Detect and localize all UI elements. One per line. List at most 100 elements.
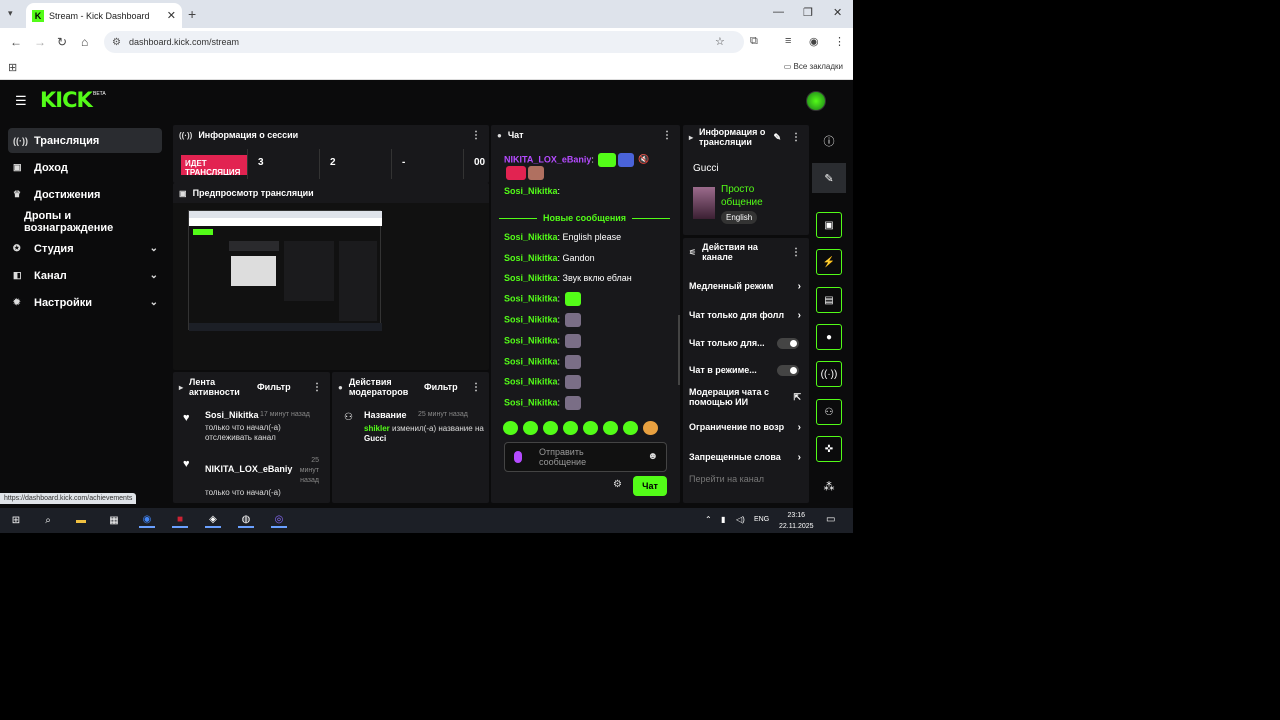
bookmark-star-icon[interactable]: ☆ [715, 35, 725, 48]
activity-filter[interactable]: Фильтр [257, 382, 291, 392]
emote-button[interactable] [603, 421, 618, 435]
chat-username[interactable]: Sosi_Nikitka [504, 232, 558, 242]
activity-user[interactable]: NIKITA_LOX_eBaniy [205, 464, 292, 474]
emote-button[interactable] [543, 421, 558, 435]
slow-mode-action[interactable]: Медленный режим › [689, 277, 801, 295]
dota-icon[interactable]: ■ [172, 513, 188, 528]
sidebar-item-studio[interactable]: ✪ Студия ⌄ [8, 236, 162, 261]
rail-more[interactable]: ⁂ [812, 471, 846, 501]
chat-username[interactable]: Sosi_Nikitka [504, 376, 558, 386]
clock[interactable]: 23:16 22.11.2025 [779, 510, 814, 532]
go-to-channel-link[interactable]: Перейти на канал [689, 474, 764, 484]
followers-only-action[interactable]: Чат только для фолл › [689, 306, 801, 324]
emoji-icon[interactable]: ☻ [647, 451, 658, 462]
sidebar-item-channel[interactable]: ◧ Канал ⌄ [8, 263, 162, 288]
sidebar-item-broadcast[interactable]: ((·)) Трансляция [8, 128, 162, 153]
file-explorer-icon[interactable]: ▬ [73, 513, 89, 528]
ai-moderation-action[interactable]: Модерация чата с помощью ИИ ⇱ [689, 384, 801, 410]
forward-icon[interactable]: → [34, 35, 46, 49]
stream-category[interactable]: Просто общение [721, 183, 781, 209]
chat-username[interactable]: Sosi_Nikitka [504, 314, 558, 324]
chat-username[interactable]: Sosi_Nikitka [504, 356, 558, 366]
tab-search-icon[interactable]: ▾ [8, 8, 13, 19]
apps-grid-icon[interactable]: ⊞ [8, 61, 17, 74]
tab-close-icon[interactable]: ✕ [167, 9, 176, 22]
mod-action-user[interactable]: shikler [364, 424, 390, 433]
address-bar[interactable]: ⚙ dashboard.kick.com/stream [104, 31, 744, 53]
chat-username[interactable]: Sosi_Nikitka [504, 186, 558, 196]
extensions-icon[interactable]: ⧉ [750, 35, 758, 48]
emote-button[interactable] [583, 421, 598, 435]
rail-info[interactable]: ⓘ [812, 126, 846, 156]
all-bookmarks[interactable]: ▭ Все закладки [784, 62, 843, 71]
media-icon[interactable]: ≡ [785, 35, 791, 47]
emote-button[interactable] [563, 421, 578, 435]
chat-username[interactable]: Sosi_Nikitka [504, 397, 558, 407]
more-options-icon[interactable]: ⋮ [471, 130, 481, 141]
age-restriction-action[interactable]: Ограничение по возр › [689, 418, 801, 436]
user-avatar[interactable] [806, 91, 826, 111]
emote-mode-action[interactable]: Чат в режиме... [689, 361, 801, 379]
emote-button[interactable] [623, 421, 638, 435]
language-indicator[interactable]: ENG [754, 516, 769, 523]
window-close-icon[interactable]: ✕ [833, 6, 842, 19]
steam-icon[interactable]: ◈ [205, 513, 221, 528]
more-options-icon[interactable]: ⋮ [791, 132, 801, 143]
search-icon[interactable]: ⌕ [40, 513, 56, 528]
chat-username[interactable]: Sosi_Nikitka [504, 253, 558, 263]
tray-chevron-icon[interactable]: ⌃ [705, 515, 712, 524]
obs-icon[interactable]: ◍ [238, 513, 254, 528]
chat-username[interactable]: Sosi_Nikitka [504, 273, 558, 283]
home-icon[interactable]: ⌂ [81, 35, 88, 49]
minimize-icon[interactable]: — [773, 6, 784, 18]
notifications-icon[interactable]: ▭ [826, 514, 835, 525]
more-options-icon[interactable]: ⋮ [791, 247, 801, 258]
sidebar-item-drops[interactable]: Дропы и вознаграждение [8, 209, 162, 234]
chat-input[interactable]: Отправить сообщение ☻ [504, 442, 667, 472]
more-options-icon[interactable]: ⋮ [312, 382, 322, 393]
chrome-icon[interactable]: ◉ [139, 513, 155, 528]
toggle-switch[interactable] [777, 364, 799, 376]
emote-button[interactable] [643, 421, 658, 435]
discord-icon[interactable]: ◎ [271, 513, 287, 528]
mod-actions-filter[interactable]: Фильтр [424, 382, 458, 392]
hamburger-menu-icon[interactable]: ☰ [15, 93, 27, 109]
rail-chat[interactable]: ● [812, 322, 846, 352]
toggle-switch[interactable] [777, 337, 799, 349]
microphone-icon[interactable] [514, 451, 522, 463]
windows-start-icon[interactable]: ⊞ [8, 513, 24, 528]
emote-button[interactable] [523, 421, 538, 435]
banned-words-action[interactable]: Запрещенные слова › [689, 448, 801, 466]
more-options-icon[interactable]: ⋮ [662, 130, 672, 141]
rail-preview[interactable]: ▣ [812, 210, 846, 240]
chat-scrollbar[interactable] [678, 315, 680, 385]
rail-users[interactable]: ⚇ [812, 397, 846, 427]
store-icon[interactable]: ▦ [106, 513, 122, 528]
kick-logo[interactable]: KICK [40, 88, 93, 112]
more-options-icon[interactable]: ⋮ [471, 382, 481, 393]
sidebar-item-settings[interactable]: ✹ Настройки ⌄ [8, 290, 162, 315]
emote-button[interactable] [503, 421, 518, 435]
volume-icon[interactable]: ◁) [736, 515, 745, 524]
rail-lightning[interactable]: ⚡ [812, 247, 846, 277]
stream-preview-image[interactable] [188, 210, 382, 331]
maximize-icon[interactable]: ❐ [803, 6, 813, 19]
chat-username[interactable]: Sosi_Nikitka [504, 293, 558, 303]
rail-notes[interactable]: ▤ [812, 285, 846, 315]
subscribers-only-action[interactable]: Чат только для... [689, 334, 801, 352]
rail-tools[interactable]: ✜ [812, 434, 846, 464]
chat-send-button[interactable]: Чат [633, 476, 667, 496]
menu-icon[interactable]: ⋮ [834, 35, 845, 48]
chat-settings-icon[interactable]: ⚙ [613, 479, 622, 490]
chat-username[interactable]: NIKITA_LOX_eBaniy [504, 154, 591, 164]
edit-pencil-icon[interactable]: ✎ [773, 132, 781, 143]
sidebar-item-income[interactable]: ▣ Доход [8, 155, 162, 180]
activity-user[interactable]: Sosi_Nikitka [205, 410, 259, 420]
site-info-icon[interactable]: ⚙ [112, 37, 121, 48]
microphone-icon[interactable]: ▮ [721, 515, 725, 524]
new-tab-button[interactable]: + [188, 6, 196, 22]
back-icon[interactable]: ← [10, 35, 22, 49]
rail-broadcast[interactable]: ((·)) [812, 359, 846, 389]
reload-icon[interactable]: ↻ [57, 35, 67, 49]
profile-icon[interactable]: ◉ [809, 35, 819, 48]
